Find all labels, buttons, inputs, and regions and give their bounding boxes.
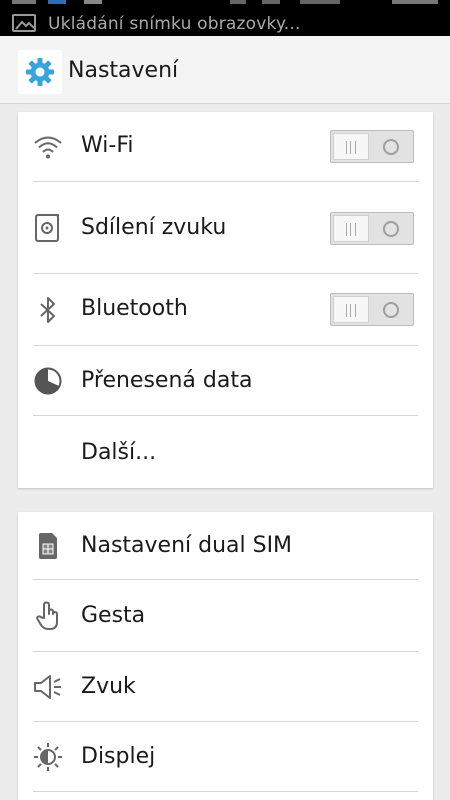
sim-card-icon bbox=[32, 530, 64, 562]
settings-item-dual-sim[interactable]: Nastavení dual SIM bbox=[18, 512, 433, 580]
image-icon bbox=[12, 14, 36, 32]
settings-item-label: Zvuk bbox=[81, 674, 136, 699]
settings-section-wireless: Wi-Fi Sdílení zvuku Bluetooth Přenesená … bbox=[18, 112, 433, 488]
settings-item-label: Wi-Fi bbox=[81, 133, 134, 158]
wifi-toggle[interactable] bbox=[330, 130, 414, 163]
brightness-icon bbox=[32, 741, 64, 773]
data-usage-icon bbox=[32, 365, 64, 397]
page-title: Nastavení bbox=[68, 58, 179, 83]
divider bbox=[33, 791, 418, 792]
audio-share-icon bbox=[32, 212, 64, 244]
settings-item-audio-share[interactable]: Sdílení zvuku bbox=[18, 182, 433, 274]
speaker-icon bbox=[32, 671, 64, 703]
settings-item-sound[interactable]: Zvuk bbox=[18, 652, 433, 722]
settings-item-label: Displej bbox=[81, 744, 156, 769]
status-bar: Ukládání snímku obrazovky... bbox=[0, 0, 450, 36]
notification-text: Ukládání snímku obrazovky... bbox=[48, 14, 301, 34]
gesture-hand-icon bbox=[32, 600, 64, 632]
gear-icon bbox=[26, 58, 54, 86]
settings-item-label: Sdílení zvuku bbox=[81, 215, 227, 240]
settings-item-label: Gesta bbox=[81, 603, 146, 628]
wifi-icon bbox=[32, 131, 64, 163]
settings-item-display[interactable]: Displej bbox=[18, 722, 433, 792]
settings-item-wifi[interactable]: Wi-Fi bbox=[18, 112, 433, 182]
settings-section-device: Nastavení dual SIM Gesta Zvuk Displej bbox=[18, 512, 433, 800]
settings-item-label: Nastavení dual SIM bbox=[81, 533, 293, 558]
bluetooth-icon bbox=[32, 294, 64, 326]
settings-item-gestures[interactable]: Gesta bbox=[18, 580, 433, 652]
settings-item-bluetooth[interactable]: Bluetooth bbox=[18, 274, 433, 346]
settings-item-more[interactable]: Další... bbox=[18, 416, 433, 488]
settings-item-data-usage[interactable]: Přenesená data bbox=[18, 346, 433, 416]
bluetooth-toggle[interactable] bbox=[330, 293, 414, 326]
settings-item-label: Bluetooth bbox=[81, 296, 188, 321]
audio-share-toggle[interactable] bbox=[330, 212, 414, 245]
app-icon-button[interactable] bbox=[18, 50, 62, 94]
action-bar: Nastavení bbox=[0, 36, 450, 104]
settings-item-label: Další... bbox=[81, 440, 157, 465]
status-top-glyphs bbox=[0, 0, 450, 4]
settings-item-label: Přenesená data bbox=[81, 368, 253, 393]
